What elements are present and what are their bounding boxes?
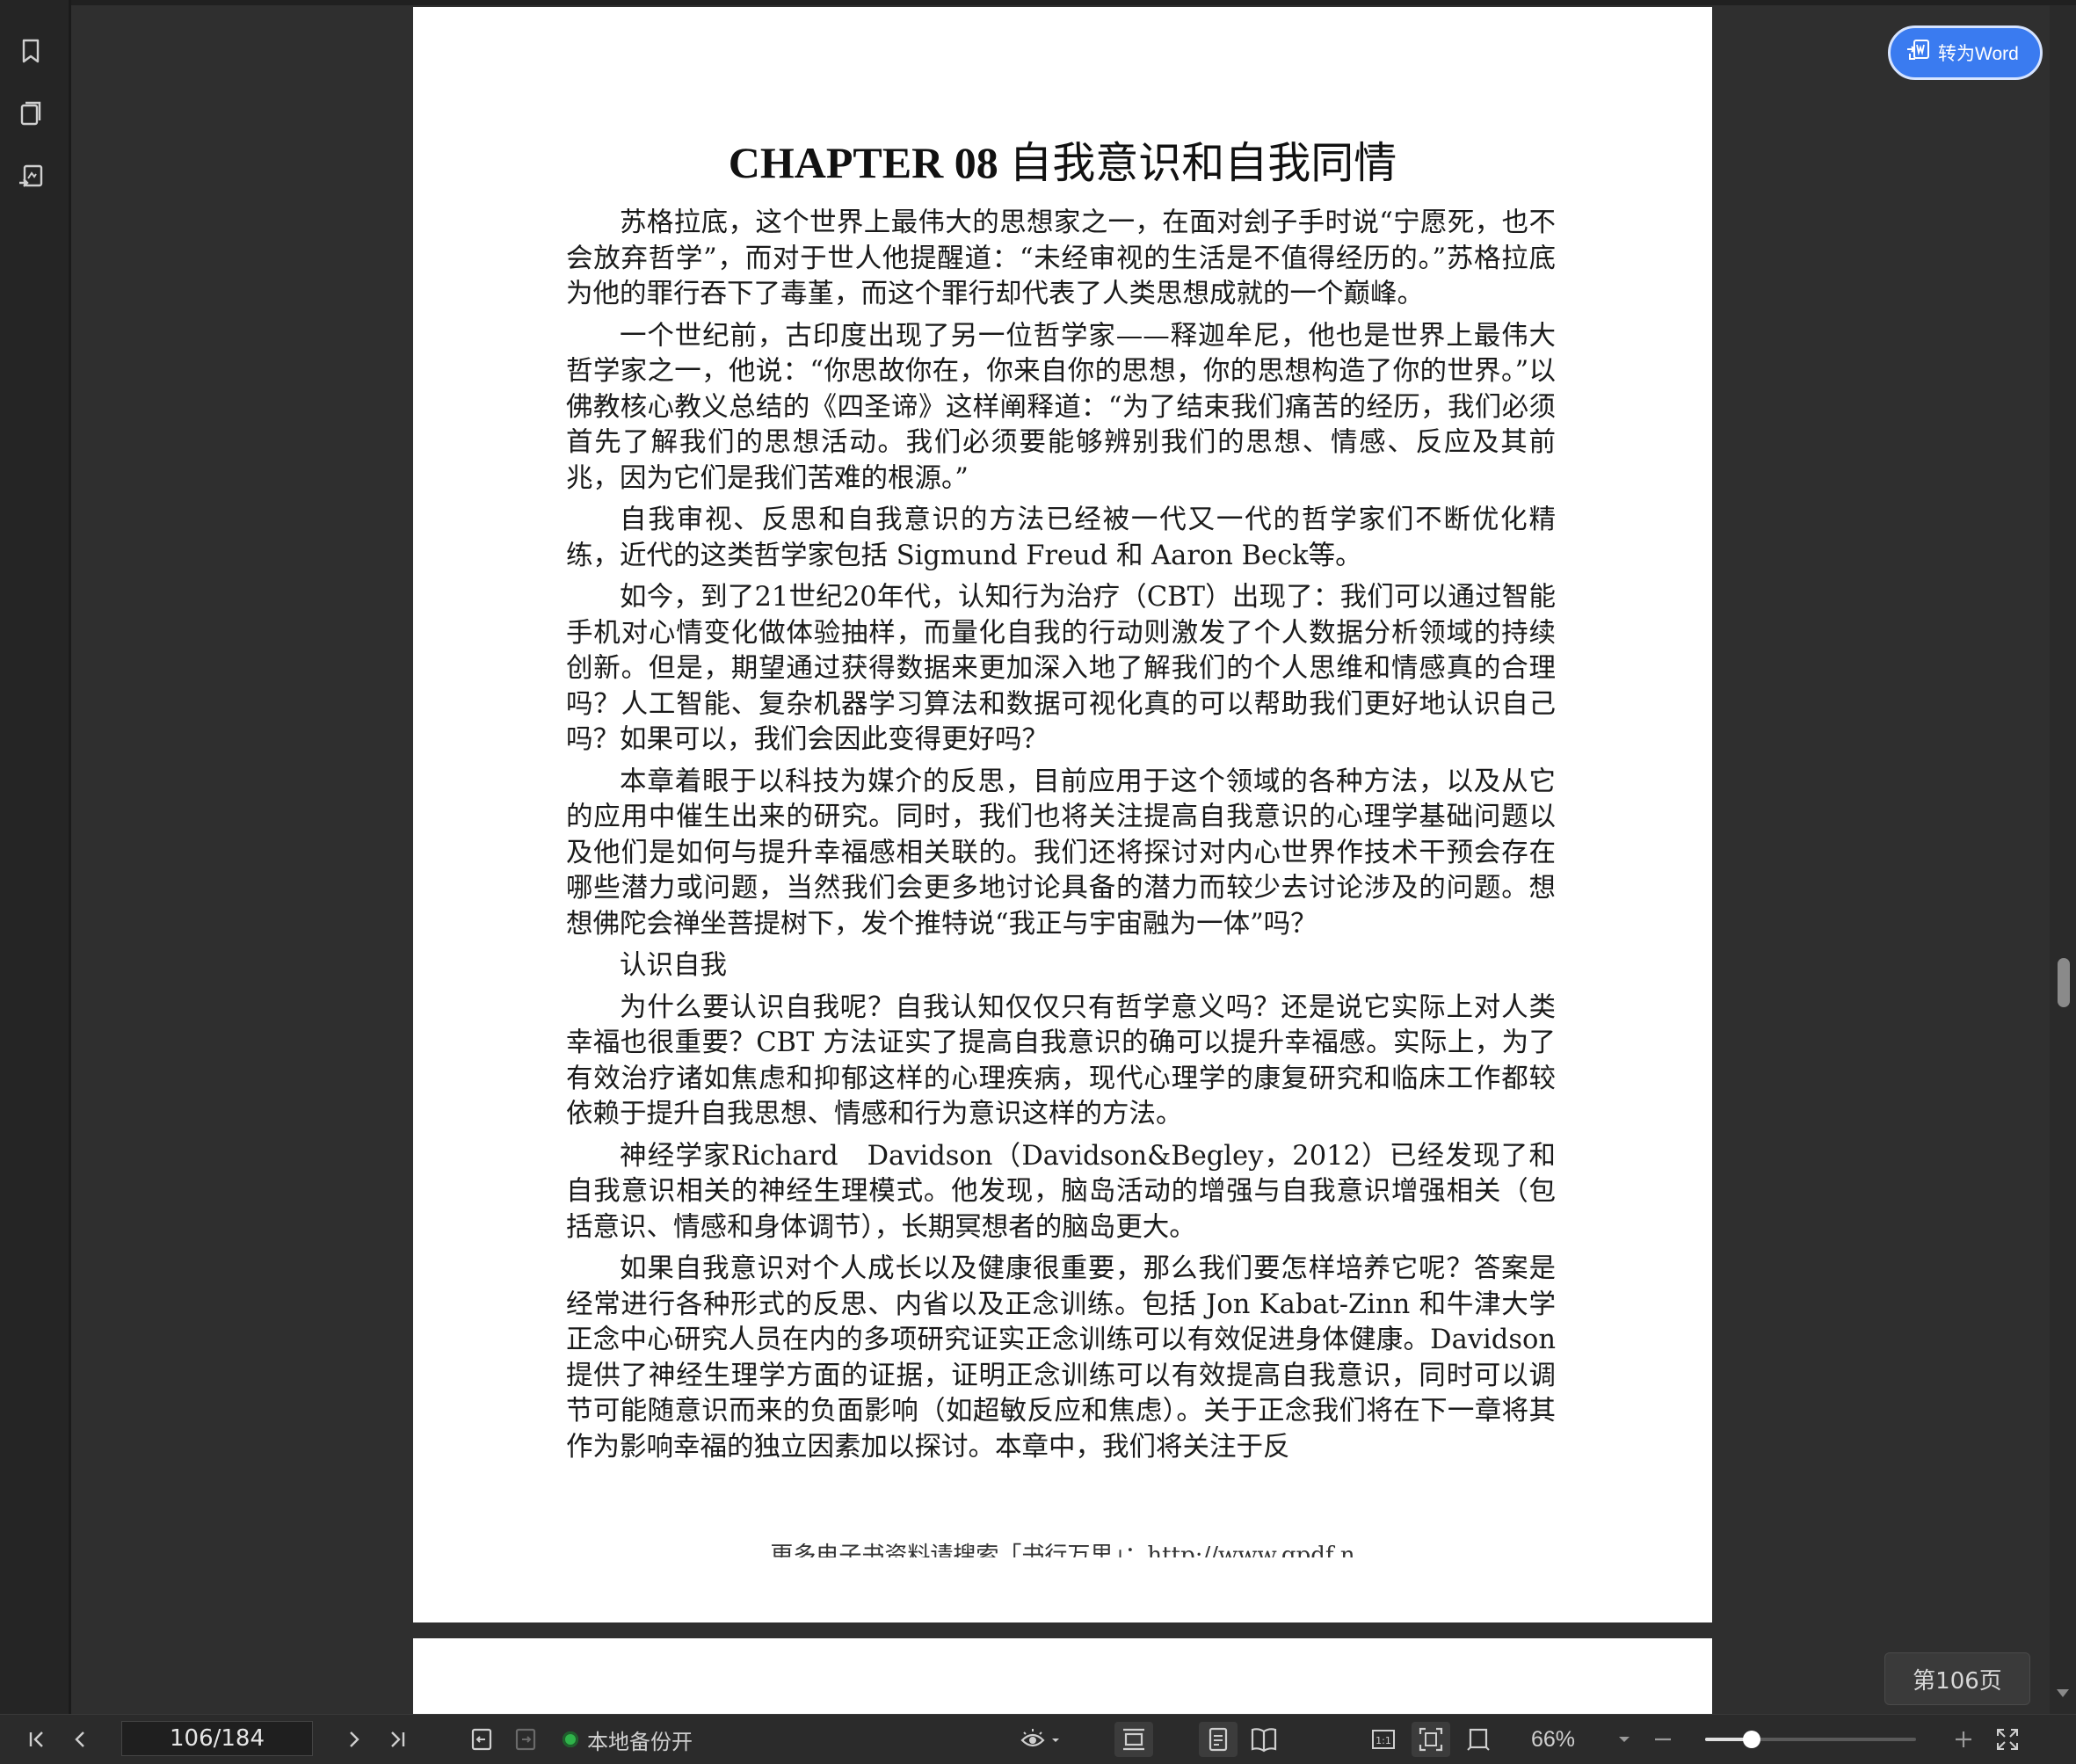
single-page-icon[interactable]: [1199, 1722, 1238, 1757]
chapter-title-en: CHAPTER 08: [728, 138, 998, 187]
next-page: [413, 1638, 1712, 1714]
chapter-body: 苏格拉底，这个世界上最伟大的思想家之一，在面对刽子手时说“宁愿死，也不会放弃哲学…: [566, 206, 1556, 1471]
zoom-out-icon[interactable]: [1645, 1722, 1680, 1757]
convert-to-word-label: 转为Word: [1938, 44, 2019, 64]
scrollbar-thumb[interactable]: [2058, 958, 2070, 1007]
paragraph: 苏格拉底，这个世界上最伟大的思想家之一，在面对刽子手时说“宁愿死，也不会放弃哲学…: [566, 207, 1556, 309]
paragraph: 一个世纪前，古印度出现了另一位哲学家——释迦牟尼，他也是世界上最伟大哲学家之一，…: [566, 320, 1556, 494]
zoom-in-icon[interactable]: [1946, 1722, 1981, 1757]
document-page: CHAPTER 08 自我意识和自我同情 苏格拉底，这个世界上最伟大的思想家之一…: [413, 7, 1712, 1622]
bookmark-icon[interactable]: [13, 33, 48, 69]
next-page-icon[interactable]: [336, 1722, 371, 1757]
page-footer-note: 更多电子书资料请搜索「书行万里」：http://www.gpdf.n: [770, 1543, 1355, 1557]
svg-text:1:1: 1:1: [1376, 1735, 1391, 1746]
continuous-scroll-icon[interactable]: [1114, 1722, 1153, 1757]
history-forward-icon[interactable]: [508, 1722, 543, 1757]
section-heading: 认识自我: [620, 950, 727, 981]
paragraph: 如果自我意识对个人成长以及健康很重要，那么我们要怎样培养它呢？答案是经常进行各种…: [566, 1253, 1556, 1463]
first-page-icon[interactable]: [19, 1722, 54, 1757]
document-viewport[interactable]: CHAPTER 08 自我意识和自我同情 苏格拉底，这个世界上最伟大的思想家之一…: [71, 5, 2050, 1714]
fit-width-icon[interactable]: [1459, 1722, 1498, 1757]
zoom-slider-handle[interactable]: [1742, 1731, 1760, 1748]
backup-status-dot: [563, 1731, 578, 1747]
bottom-toolbar: 106/184 本地备份开 1:1 66%: [0, 1714, 2076, 1764]
fit-page-icon[interactable]: [1412, 1722, 1450, 1757]
annotation-icon[interactable]: [13, 160, 48, 195]
paragraph: 自我审视、反思和自我意识的方法已经被一代又一代的哲学家们不断优化精练，近代的这类…: [566, 505, 1556, 571]
left-sidebar: [0, 0, 71, 1714]
convert-to-word-button[interactable]: 转为Word: [1888, 25, 2043, 80]
last-page-icon[interactable]: [380, 1722, 415, 1757]
vertical-scrollbar[interactable]: [2050, 5, 2076, 1714]
two-page-icon[interactable]: [1245, 1722, 1283, 1757]
paragraph: 为什么要认识自我呢？自我认知仅仅只有哲学意义吗？还是说它实际上对人类幸福也很重要…: [566, 991, 1556, 1130]
word-convert-icon: [1905, 38, 1931, 68]
page-number-input[interactable]: 106/184: [121, 1721, 313, 1756]
actual-size-icon[interactable]: 1:1: [1364, 1722, 1403, 1757]
current-page-badge: 第106页: [1884, 1652, 2030, 1705]
previous-page-icon[interactable]: [63, 1722, 98, 1757]
paragraph: 如今，到了21世纪20年代，认知行为治疗（CBT）出现了：我们可以通过智能手机对…: [566, 582, 1556, 755]
local-backup-toggle[interactable]: 本地备份开: [563, 1724, 693, 1755]
zoom-slider[interactable]: [1705, 1731, 1916, 1748]
chapter-title-cn: 自我意识和自我同情: [1009, 138, 1397, 188]
zoom-percentage[interactable]: 66%: [1531, 1724, 1601, 1755]
fullscreen-icon[interactable]: [1990, 1722, 2025, 1757]
paragraph: 神经学家Richard Davidson（Davidson&Begley，201…: [566, 1140, 1556, 1243]
scroll-down-arrow-icon[interactable]: [2057, 1689, 2069, 1697]
thumbnail-icon[interactable]: [13, 97, 48, 132]
history-back-icon[interactable]: [464, 1722, 499, 1757]
chapter-title: CHAPTER 08 自我意识和自我同情: [413, 128, 1712, 191]
zoom-dropdown-chevron-down-icon[interactable]: [1615, 1722, 1633, 1757]
eye-protection-icon[interactable]: [1016, 1722, 1065, 1757]
backup-label: 本地备份开: [587, 1729, 693, 1754]
paragraph: 本章着眼于以科技为媒介的反思，目前应用于这个领域的各种方法，以及从它的应用中催生…: [566, 766, 1556, 940]
